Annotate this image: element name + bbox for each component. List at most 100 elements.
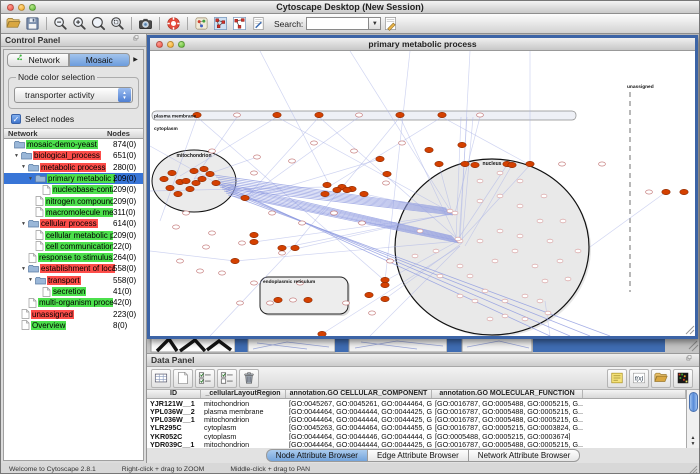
node-color-selection-legend: Node color selection	[16, 72, 97, 82]
network-view-titlebar[interactable]: primary metabolic process	[150, 38, 695, 51]
tree-row[interactable]: Overview8(0)	[4, 320, 143, 331]
tree-row[interactable]: nitrogen compound me209(0)	[4, 195, 143, 206]
tree-row[interactable]: nucleobase-containing209(0)	[4, 184, 143, 195]
file-icon	[42, 287, 51, 297]
tree-row[interactable]: ▼cellular process614(0)	[4, 218, 143, 229]
snapshot-icon[interactable]	[136, 15, 155, 33]
tree-row[interactable]: mosaic-demo-yeast874(0)	[4, 139, 143, 150]
vizmapper-icon[interactable]	[192, 15, 211, 33]
tree-row[interactable]: cell communication22(0)	[4, 241, 143, 252]
window-titlebar[interactable]: Cytoscape Desktop (New Session)	[1, 1, 699, 14]
table-cell: [GO:0016787, GO:0005488, GO:0005215, G..…	[432, 399, 583, 407]
column-header[interactable]: annotation.GO CELLULAR_COMPONENT	[286, 390, 432, 398]
node-color-select[interactable]: transporter activity ▲▼	[14, 87, 133, 103]
column-header[interactable]: annotation.GO MOLECULAR_FUNCTION	[432, 390, 583, 398]
window-resize-grip[interactable]	[688, 464, 698, 474]
network-view-window[interactable]: primary metabolic process plasma membran…	[147, 35, 698, 339]
help-icon[interactable]	[164, 15, 183, 33]
unassigned-label: unassigned	[627, 84, 654, 90]
file-icon	[35, 196, 44, 206]
column-header[interactable]: _cellularLayoutRegion	[201, 390, 286, 398]
close-window-button[interactable]	[7, 4, 14, 11]
select-attributes-icon[interactable]	[195, 369, 215, 388]
table-scrollbar[interactable]: ▲▼	[686, 390, 699, 448]
close-view-button[interactable]	[156, 41, 163, 48]
disclosure-triangle-icon[interactable]: ▼	[14, 153, 21, 159]
attr-table-icon[interactable]	[151, 369, 171, 388]
tree-row[interactable]: response to stimulus264(0)	[4, 252, 143, 263]
zoom-window-button[interactable]	[29, 4, 36, 11]
gene-node	[461, 161, 469, 166]
folder-icon	[28, 163, 39, 172]
delete-attribute-icon[interactable]	[239, 369, 259, 388]
tab-edge-attribute-browser[interactable]: Edge Attribute Browser	[368, 449, 469, 462]
tree-row[interactable]: macromolecule metab311(0)	[4, 207, 143, 218]
tab-network-attribute-browser[interactable]: Network Attribute Browser	[469, 449, 580, 462]
zoom-selected-icon[interactable]	[108, 15, 127, 33]
disclosure-triangle-icon[interactable]: ▼	[28, 176, 35, 182]
data-panel-title: Data Panel	[151, 355, 194, 365]
scrollbar-arrows[interactable]: ▲▼	[691, 436, 696, 448]
disclosure-triangle-icon[interactable]: ▼	[21, 164, 28, 170]
tab-node-attribute-browser[interactable]: Node Attribute Browser	[266, 449, 368, 462]
toolbar-separator	[187, 17, 188, 30]
scrollbar-thumb[interactable]	[689, 392, 698, 412]
zoom-view-button[interactable]	[178, 41, 185, 48]
zoom-out-icon[interactable]	[51, 15, 70, 33]
new-attribute-icon[interactable]	[173, 369, 193, 388]
tree-row[interactable]: ▼transport558(0)	[4, 275, 143, 286]
tree-row[interactable]: ▼biological_process651(0)	[4, 150, 143, 161]
table-row[interactable]: YPL036W__1mitochondrion[GO:0044464, GO:0…	[147, 415, 686, 423]
open-session-icon[interactable]	[4, 15, 23, 33]
select-nodes-checkbox[interactable]: ✓ Select nodes	[11, 114, 136, 124]
heatmap-icon[interactable]	[673, 369, 693, 388]
network-canvas[interactable]: plasma membranecytoplasmmitochondrionnuc…	[150, 51, 695, 336]
gene-node	[508, 162, 516, 167]
table-row[interactable]: YLR295Ccytoplasm[GO:0045263, GO:0044464,…	[147, 423, 686, 431]
tab-network[interactable]: Network	[7, 53, 69, 67]
mitochondrion-label: mitochondrion	[177, 153, 212, 159]
notes-icon[interactable]	[607, 369, 627, 388]
configure-search-icon[interactable]	[381, 15, 400, 33]
table-row[interactable]: YKR052Ccytoplasm[GO:0044464, GO:0044446,…	[147, 432, 686, 440]
network-overview-icon[interactable]	[230, 15, 249, 33]
function-builder-icon[interactable]: f(x)	[629, 369, 649, 388]
annotation-icon[interactable]	[249, 15, 268, 33]
tree-row[interactable]: secretion41(0)	[4, 286, 143, 297]
table-row[interactable]: YDR039C__1mitochondrion[GO:0044464, GO:0…	[147, 440, 686, 448]
table-row[interactable]: YJR121W__1mitochondrion[GO:0045267, GO:0…	[147, 399, 686, 407]
network-tree-header: Network Nodes	[4, 128, 143, 139]
gene-node	[166, 185, 174, 190]
gene-node	[318, 331, 326, 336]
background-network-windows[interactable]	[147, 337, 699, 353]
search-dropdown-arrow-icon[interactable]: ▼	[368, 17, 381, 30]
tree-row[interactable]: cellular metabolic proc209(0)	[4, 229, 143, 240]
minimize-window-button[interactable]	[18, 4, 25, 11]
zoom-in-icon[interactable]	[70, 15, 89, 33]
disclosure-triangle-icon[interactable]: ▼	[21, 266, 28, 272]
tree-row[interactable]: multi-organism proces42(0)	[4, 297, 143, 308]
status-zoom-hint: Right-click + drag to ZOOM	[122, 466, 205, 473]
float-panel-icon[interactable]	[686, 355, 695, 366]
minimize-view-button[interactable]	[167, 41, 174, 48]
unselect-attributes-icon[interactable]	[217, 369, 237, 388]
column-header[interactable]: ID	[147, 390, 201, 398]
disclosure-triangle-icon[interactable]: ▼	[21, 221, 28, 227]
table-cell: YPL036W__1	[147, 415, 201, 423]
zoom-fit-icon[interactable]	[89, 15, 108, 33]
tree-row[interactable]: ▼primary metabolic process209(0)	[4, 173, 143, 184]
gene-node	[396, 112, 404, 117]
tab-overflow-arrow-icon[interactable]: ▶	[130, 56, 141, 63]
search-input[interactable]	[306, 17, 368, 30]
tree-row[interactable]: ▼establishment of locali558(0)	[4, 263, 143, 274]
network-manager-icon[interactable]	[211, 15, 230, 33]
tab-mosaic[interactable]: Mosaic	[69, 53, 131, 67]
import-attributes-icon[interactable]	[651, 369, 671, 388]
tree-row[interactable]: unassigned223(0)	[4, 308, 143, 319]
save-session-icon[interactable]	[23, 15, 42, 33]
network-view-title: primary metabolic process	[150, 39, 695, 49]
float-panel-icon[interactable]	[133, 35, 142, 46]
disclosure-triangle-icon[interactable]: ▼	[28, 277, 35, 283]
table-row[interactable]: YPL036W__2plasma membrane[GO:0044464, GO…	[147, 407, 686, 415]
tree-row[interactable]: ▼metabolic process280(0)	[4, 162, 143, 173]
